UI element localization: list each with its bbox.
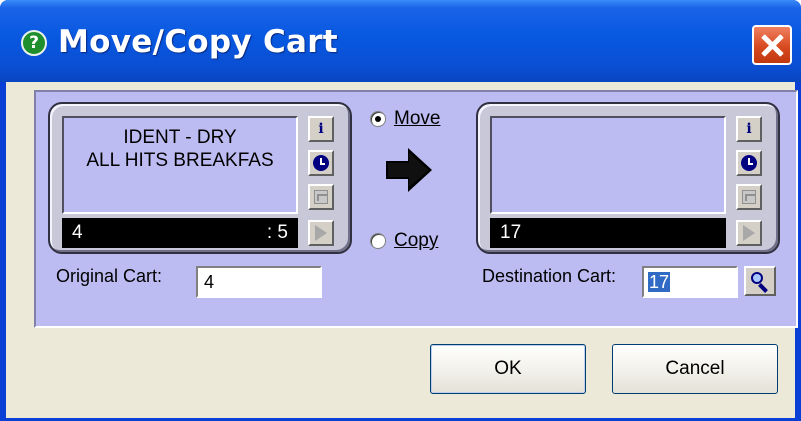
destination-cart-value: 17 bbox=[648, 272, 671, 292]
waveform-icon bbox=[742, 190, 756, 204]
source-cart-title: IDENT - DRY bbox=[123, 127, 237, 148]
source-cart-artist: ALL HITS BREAKFAS bbox=[86, 150, 274, 171]
cart-search-button[interactable] bbox=[744, 266, 776, 296]
info-icon: i bbox=[746, 121, 752, 137]
dialog-client-area: IDENT - DRY ALL HITS BREAKFAS 4 : 5 i Mo… bbox=[6, 82, 798, 418]
original-cart-label: Original Cart: bbox=[56, 266, 163, 286]
destination-waveform-button[interactable] bbox=[736, 184, 762, 210]
copy-label[interactable]: Copy bbox=[394, 230, 438, 252]
destination-info-button[interactable]: i bbox=[736, 116, 762, 142]
play-icon bbox=[315, 225, 327, 241]
move-radio[interactable] bbox=[370, 111, 386, 127]
title-bar[interactable]: ? Move/Copy Cart bbox=[0, 0, 801, 82]
move-label[interactable]: Move bbox=[394, 108, 440, 130]
cart-panel: IDENT - DRY ALL HITS BREAKFAS 4 : 5 i Mo… bbox=[34, 90, 798, 328]
clock-icon bbox=[313, 155, 329, 171]
magnifier-icon bbox=[751, 272, 763, 284]
destination-cart-status-bar: 17 bbox=[490, 218, 726, 248]
copy-radio[interactable] bbox=[370, 233, 386, 249]
close-button[interactable] bbox=[752, 25, 792, 65]
destination-cart-display bbox=[490, 116, 726, 214]
ok-button[interactable]: OK bbox=[430, 344, 586, 394]
move-option[interactable]: Move bbox=[370, 108, 440, 130]
waveform-icon bbox=[314, 190, 328, 204]
destination-cart-label: Destination Cart: bbox=[482, 266, 617, 286]
help-icon[interactable]: ? bbox=[21, 30, 47, 56]
source-cart-status-bar: 4 : 5 bbox=[62, 218, 298, 248]
original-cart-input[interactable]: 4 bbox=[196, 266, 322, 298]
destination-play-button[interactable] bbox=[736, 220, 762, 246]
copy-option[interactable]: Copy bbox=[370, 230, 438, 252]
destination-cart-number: 17 bbox=[500, 222, 522, 243]
source-waveform-button[interactable] bbox=[308, 184, 334, 210]
destination-timing-button[interactable] bbox=[736, 150, 762, 176]
info-icon: i bbox=[318, 121, 324, 137]
source-cart-number: 4 bbox=[72, 222, 83, 243]
source-info-button[interactable]: i bbox=[308, 116, 334, 142]
window-title: Move/Copy Cart bbox=[58, 24, 338, 60]
source-timing-button[interactable] bbox=[308, 150, 334, 176]
arrow-right-icon bbox=[386, 148, 432, 192]
source-cart-box: IDENT - DRY ALL HITS BREAKFAS 4 : 5 i bbox=[48, 102, 352, 254]
source-play-button[interactable] bbox=[308, 220, 334, 246]
clock-icon bbox=[741, 155, 757, 171]
destination-cart-input[interactable]: 17 bbox=[642, 266, 738, 298]
destination-cart-box: 17 i bbox=[476, 102, 780, 254]
source-cart-length: : 5 bbox=[266, 222, 288, 243]
source-cart-display: IDENT - DRY ALL HITS BREAKFAS bbox=[62, 116, 298, 214]
dialog-window: ? Move/Copy Cart IDENT - DRY ALL HITS BR… bbox=[0, 0, 801, 421]
cancel-button[interactable]: Cancel bbox=[612, 344, 778, 394]
play-icon bbox=[743, 225, 755, 241]
